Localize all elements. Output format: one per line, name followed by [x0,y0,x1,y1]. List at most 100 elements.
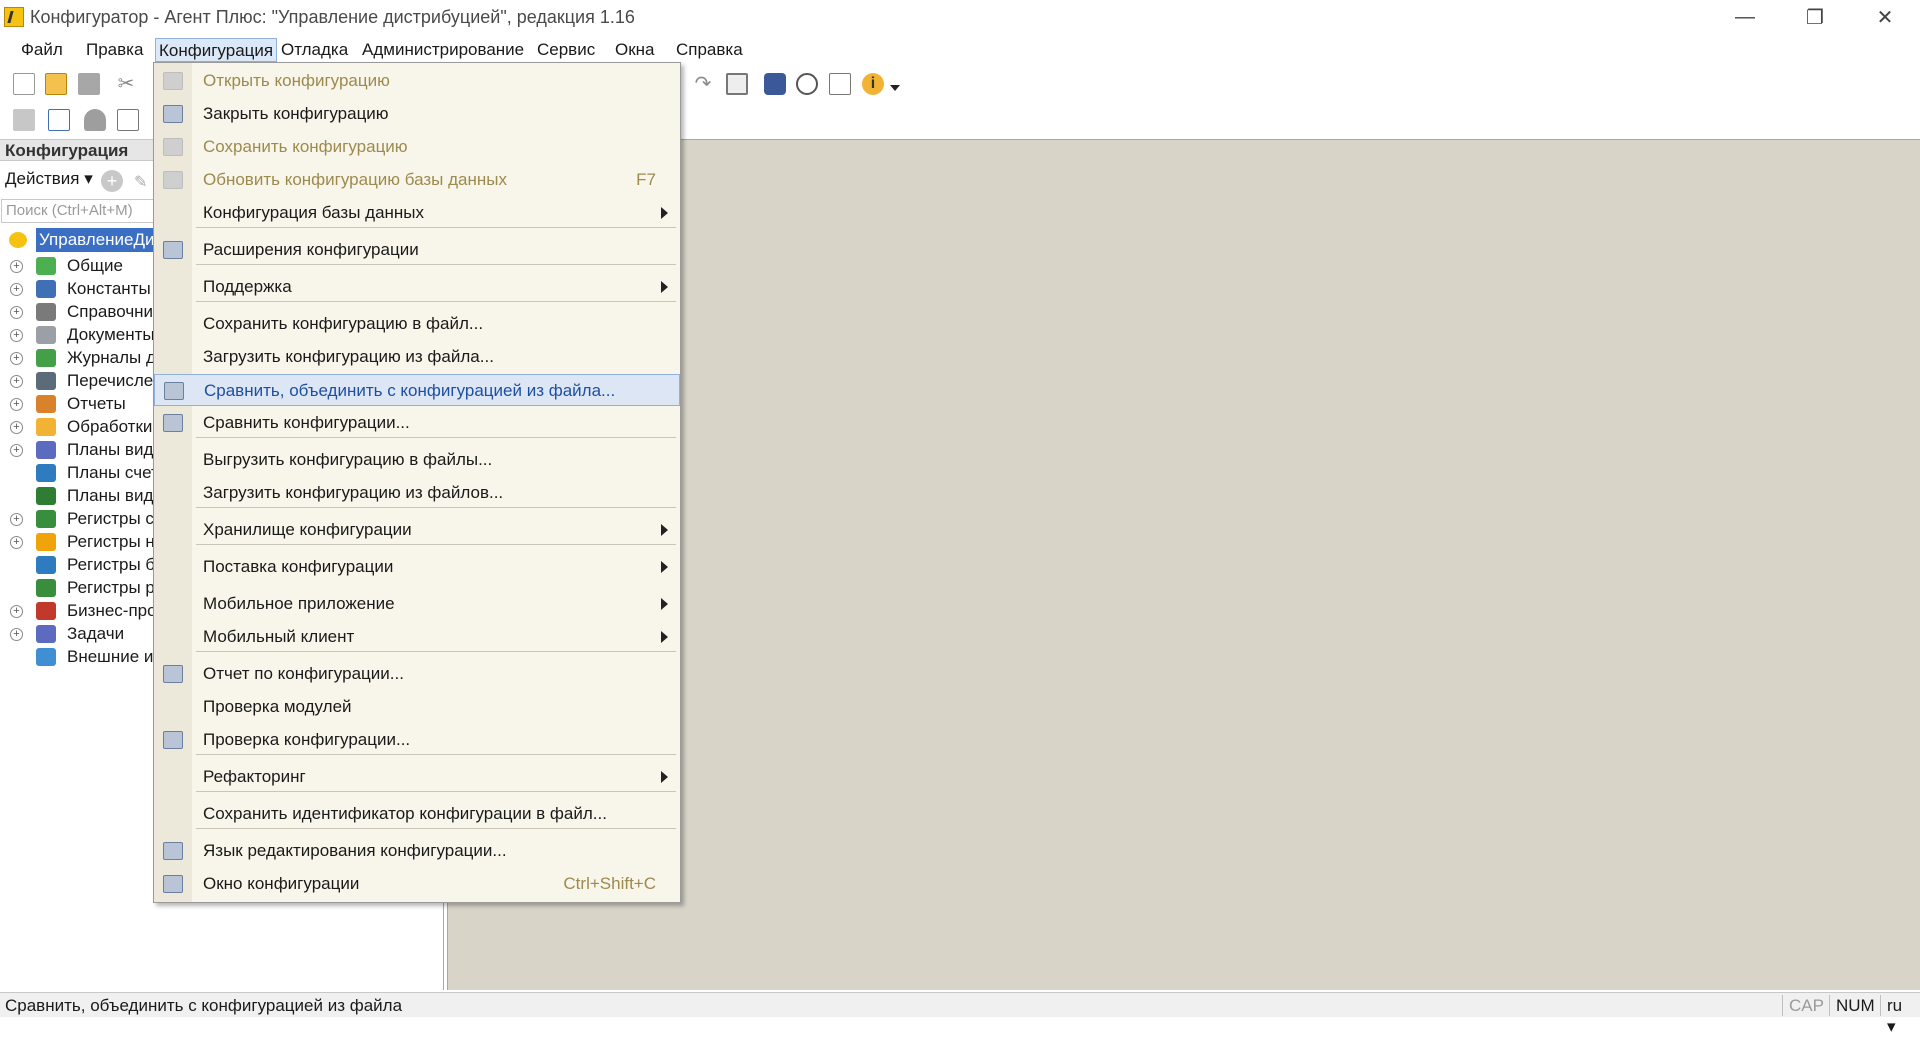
tree-item-label: Планы счет [67,463,159,482]
tree-expand-icon[interactable]: + [10,306,23,319]
tree-expand-icon[interactable]: + [10,352,23,365]
menu-item[interactable]: Язык редактирования конфигурации... [154,835,680,867]
save-config-icon [163,138,183,156]
tree-item-label: Обработки [67,417,153,436]
menu-item[interactable]: Сохранить конфигурацию в файл... [154,308,680,340]
num-indicator: NUM [1829,995,1881,1016]
menu-item[interactable]: Сравнить, объединить с конфигурацией из … [154,374,680,406]
new-file-icon[interactable] [13,73,35,95]
menu-item[interactable]: Поддержка [154,271,680,303]
submenu-arrow-icon [661,281,668,293]
menu-item[interactable]: Отчет по конфигурации... [154,658,680,690]
check-config-icon [163,731,183,749]
menu-help[interactable]: Справка [673,38,746,62]
menu-edit[interactable]: Правка [83,38,146,62]
tree-expand-icon[interactable]: + [10,513,23,526]
tree-item-label: Журналы до [67,348,166,367]
constants-icon [36,280,56,298]
menu-item[interactable]: Закрыть конфигурацию [154,98,680,130]
menu-item[interactable]: Обновить конфигурацию базы данных F7 [154,164,680,196]
tree-expand-icon[interactable]: + [10,398,23,411]
menu-item[interactable]: Открыть конфигурацию [154,65,680,97]
syntax-helper-icon[interactable] [829,73,851,95]
submenu-arrow-icon [661,631,668,643]
redo-icon[interactable]: ↷ [692,73,714,95]
edit-icon[interactable] [13,109,35,131]
menu-item-shortcut: Ctrl+Shift+C [563,874,656,893]
menu-configuration[interactable]: Конфигурация [155,38,278,62]
external-source-icon [36,648,56,666]
pencil-icon[interactable]: ✎ [134,172,152,191]
menu-item[interactable]: Проверка модулей [154,691,680,723]
business-process-icon [36,602,56,620]
menu-item[interactable]: Выгрузить конфигурацию в файлы... [154,444,680,476]
wizard-icon[interactable] [764,73,786,95]
task-icon [36,625,56,643]
minimize-button[interactable]: — [1710,0,1780,34]
menu-administration[interactable]: Администрирование [359,38,527,62]
close-config-toolbar-icon[interactable] [48,109,70,131]
tree-expand-icon[interactable]: + [10,329,23,342]
open-file-icon[interactable] [45,73,67,95]
status-bar: Сравнить, объединить с конфигурацией из … [0,992,1920,1036]
close-config-icon [163,105,183,123]
menu-item[interactable]: Конфигурация базы данных [154,197,680,229]
menu-item-label: Загрузить конфигурацию из файла... [203,347,494,366]
tree-item-label: Планы вид [67,440,154,459]
info-dropdown-icon[interactable] [890,85,900,91]
restore-button[interactable]: ❐ [1780,0,1850,34]
tree-item-label: Внешние ис [67,647,162,666]
processing-icon [36,418,56,436]
table-icon[interactable] [117,109,139,131]
tree-expand-icon[interactable]: + [10,444,23,457]
info-icon[interactable]: i [862,73,884,95]
tree-expand-icon[interactable]: + [10,628,23,641]
windows-icon[interactable] [726,73,748,95]
menu-item[interactable]: Мобильное приложение [154,588,680,620]
menu-item[interactable]: Хранилище конфигурации [154,514,680,546]
menu-item-label: Сравнить конфигурации... [203,413,410,432]
search-icon[interactable] [796,73,818,95]
catalog-icon [36,303,56,321]
tree-item-label: Регистры н [67,532,155,551]
tree-expand-icon[interactable]: + [10,283,23,296]
tree-expand-icon[interactable]: + [10,260,23,273]
menu-item-label: Обновить конфигурацию базы данных [203,170,507,189]
tree-expand-icon[interactable]: + [10,375,23,388]
menu-item-label: Окно конфигурации [203,874,360,893]
menu-item[interactable]: Поставка конфигурации [154,551,680,583]
tree-item-label: Общие [67,256,123,275]
menu-item[interactable]: Окно конфигурации Ctrl+Shift+C [154,868,680,900]
tree-expand-icon[interactable]: + [10,605,23,618]
menu-item[interactable]: Загрузить конфигурацию из файла... [154,341,680,373]
menu-service[interactable]: Сервис [534,38,598,62]
submenu-arrow-icon [661,771,668,783]
menu-item[interactable]: Мобильный клиент [154,621,680,653]
menu-item-label: Сохранить конфигурацию [203,137,408,156]
cut-icon[interactable]: ✂ [115,73,137,95]
submenu-arrow-icon [661,598,668,610]
menu-debug[interactable]: Отладка [278,38,351,62]
menu-item[interactable]: Расширения конфигурации [154,234,680,266]
add-icon[interactable]: + [101,170,123,192]
menu-item[interactable]: Рефакторинг [154,761,680,793]
menu-item-shortcut: F7 [636,170,656,189]
tree-expand-icon[interactable]: + [10,421,23,434]
menu-windows[interactable]: Окна [612,38,658,62]
tree-expand-icon[interactable]: + [10,536,23,549]
menu-item[interactable]: Сохранить конфигурацию [154,131,680,163]
actions-button[interactable]: Действия ▾ [5,169,93,189]
menu-item[interactable]: Загрузить конфигурацию из файлов... [154,477,680,509]
journal-icon [36,349,56,367]
chart-of-characteristics-icon [36,441,56,459]
database-icon[interactable] [84,109,106,131]
menu-item[interactable]: Сохранить идентификатор конфигурации в ф… [154,798,680,830]
menu-item[interactable]: Сравнить конфигурации... [154,407,680,439]
caps-indicator: CAP [1782,995,1830,1016]
close-button[interactable]: ✕ [1850,0,1920,34]
language-selector[interactable]: ru ▾ [1880,995,1920,1036]
tree-item-label: Регистры р [67,578,155,597]
menu-file[interactable]: Файл [18,38,66,62]
menu-item[interactable]: Проверка конфигурации... [154,724,680,756]
save-icon[interactable] [78,73,100,95]
